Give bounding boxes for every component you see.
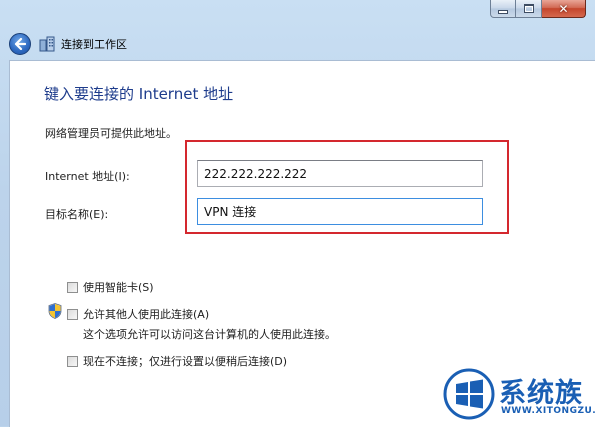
minimize-button[interactable] (490, 0, 516, 18)
internet-address-label: Internet 地址(I): (45, 170, 130, 183)
close-icon: ✕ (558, 1, 569, 16)
close-button[interactable]: ✕ (542, 0, 586, 18)
connect-later-label: 现在不连接；仅进行设置以便稍后连接(D) (83, 355, 288, 368)
allow-others-checkbox[interactable] (67, 308, 78, 320)
connect-later-checkbox[interactable] (67, 355, 78, 367)
admin-note: 网络管理员可提供此地址。 (45, 127, 177, 140)
nav-bar: 连接到工作区 (9, 33, 127, 55)
wizard-title: 连接到工作区 (61, 38, 127, 51)
smart-card-checkbox[interactable] (67, 281, 78, 293)
connect-later-option[interactable]: 现在不连接；仅进行设置以便稍后连接(D) (67, 353, 287, 369)
smart-card-option[interactable]: 使用智能卡(S) (67, 279, 154, 295)
allow-others-option[interactable]: 允许其他人使用此连接(A) (67, 306, 209, 322)
destination-name-label: 目标名称(E): (45, 208, 109, 221)
minimize-icon (498, 9, 508, 14)
allow-others-description: 这个选项允许可以访问这台计算机的人使用此连接。 (83, 328, 336, 341)
page-heading: 键入要连接的 Internet 地址 (44, 85, 234, 103)
watermark-logo-icon (443, 368, 495, 420)
workplace-network-icon (39, 36, 55, 52)
internet-address-input[interactable] (197, 160, 483, 187)
uac-shield-icon (48, 303, 62, 319)
allow-others-label: 允许其他人使用此连接(A) (83, 308, 210, 321)
window-frame: ✕ 连接到工作区 键入要连接的 Internet 地址 网络管理员可提供此地址。… (0, 0, 595, 427)
maximize-button[interactable] (516, 0, 542, 18)
watermark-brand: 系统族 (499, 378, 583, 409)
maximize-icon (523, 4, 534, 13)
caption-buttons: ✕ (490, 0, 586, 19)
back-arrow-icon (14, 38, 26, 50)
smart-card-label: 使用智能卡(S) (83, 281, 154, 294)
watermark-url: WWW.XITONGZU.COM (501, 406, 595, 416)
back-button[interactable] (9, 33, 31, 55)
destination-name-input[interactable] (197, 198, 483, 225)
